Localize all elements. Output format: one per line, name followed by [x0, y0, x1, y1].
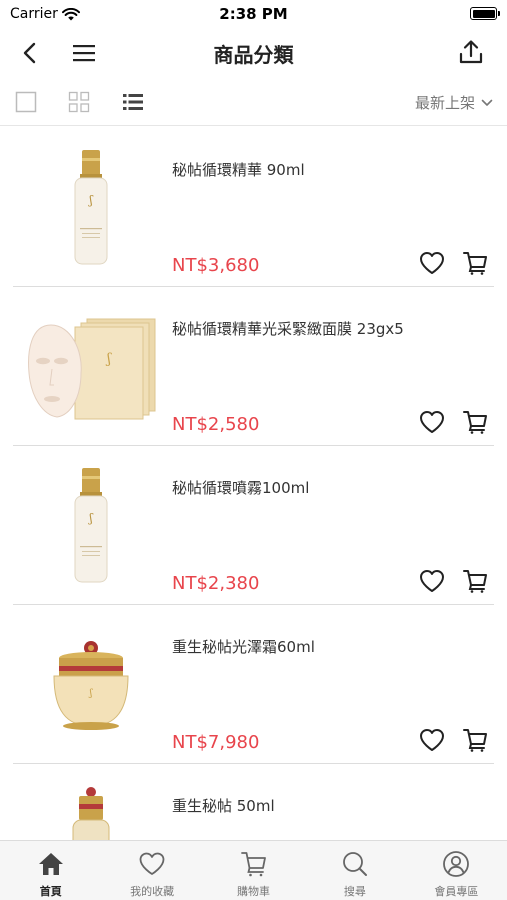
status-time: 2:38 PM [219, 5, 288, 23]
grid-view-button[interactable] [67, 90, 91, 114]
chevron-left-icon [23, 42, 36, 64]
heart-icon [420, 570, 444, 592]
product-image[interactable] [21, 782, 161, 840]
heart-icon [420, 729, 444, 751]
tab-label: 首頁 [39, 885, 62, 898]
chevron-down-icon [481, 99, 493, 106]
heart-icon [420, 252, 444, 274]
cart-icon [463, 252, 487, 275]
tab-label: 我的收藏 [130, 885, 175, 898]
single-view-button[interactable] [14, 90, 38, 114]
tab-search[interactable]: 搜尋 [304, 841, 405, 900]
favorite-button[interactable] [418, 567, 446, 595]
add-to-cart-button[interactable] [461, 567, 489, 595]
product-image[interactable]: ʃ [21, 464, 161, 588]
product-price: NT$3,680 [172, 255, 260, 276]
cart-icon [240, 850, 268, 878]
list-icon [123, 94, 143, 110]
tab-cart[interactable]: 購物車 [203, 841, 304, 900]
nav-bar: 商品分類 [0, 28, 507, 76]
user-icon [442, 850, 470, 878]
menu-button[interactable] [68, 38, 100, 68]
heart-icon [138, 850, 166, 878]
add-to-cart-button[interactable] [461, 408, 489, 436]
product-image[interactable]: ʃ [21, 305, 161, 429]
cart-icon [463, 729, 487, 752]
tab-label: 會員專區 [434, 885, 479, 898]
product-card[interactable]: 重生秘帖 50ml [13, 764, 494, 840]
product-price: NT$7,980 [172, 732, 260, 753]
tab-label: 搜尋 [343, 885, 366, 898]
sort-label: 最新上架 [414, 94, 475, 112]
list-view-button[interactable] [121, 90, 145, 114]
cart-icon [463, 411, 487, 434]
add-to-cart-button[interactable] [461, 249, 489, 277]
product-list: ʃ 秘帖循環精華 90ml NT$3,680 ʃ 秘帖循環精華光采緊緻面膜 23g… [0, 128, 507, 840]
product-image[interactable]: ʃ [21, 146, 161, 270]
share-icon [459, 40, 483, 64]
product-price: NT$2,580 [172, 414, 260, 435]
cart-icon [463, 570, 487, 593]
view-toolbar: 最新上架 [0, 78, 507, 126]
add-to-cart-button[interactable] [461, 726, 489, 754]
favorite-button[interactable] [418, 408, 446, 436]
product-price: NT$2,380 [172, 573, 260, 594]
back-button[interactable] [14, 38, 44, 68]
share-button[interactable] [455, 36, 487, 68]
tab-label: 購物車 [237, 885, 271, 898]
product-card[interactable]: ʃ 秘帖循環噴霧100ml NT$2,380 [13, 446, 494, 605]
tab-favorites[interactable]: 我的收藏 [101, 841, 202, 900]
product-name[interactable]: 重生秘帖光澤霜60ml [172, 636, 315, 657]
square-icon [15, 91, 37, 113]
tab-home[interactable]: 首頁 [0, 841, 101, 900]
product-image[interactable]: ʃ [21, 623, 161, 747]
search-icon [341, 850, 369, 878]
status-bar: Carrier 2:38 PM [0, 0, 507, 28]
product-card[interactable]: ʃ 重生秘帖光澤霜60ml NT$7,980 [13, 605, 494, 764]
favorite-button[interactable] [418, 249, 446, 277]
product-card[interactable]: ʃ 秘帖循環精華 90ml NT$3,680 [13, 128, 494, 287]
hamburger-icon [73, 45, 95, 62]
favorite-button[interactable] [418, 726, 446, 754]
tab-member[interactable]: 會員專區 [406, 841, 507, 900]
product-name[interactable]: 秘帖循環精華光采緊緻面膜 23gx5 [172, 318, 404, 339]
product-name[interactable]: 秘帖循環精華 90ml [172, 159, 305, 180]
grid-icon [68, 91, 90, 113]
tab-bar: 首頁 我的收藏 購物車 搜尋 會員專區 [0, 840, 507, 900]
battery-icon [470, 7, 500, 20]
sort-dropdown[interactable]: 最新上架 [415, 92, 493, 113]
home-icon [37, 850, 65, 878]
product-name[interactable]: 秘帖循環噴霧100ml [172, 477, 309, 498]
product-card[interactable]: ʃ 秘帖循環精華光采緊緻面膜 23gx5 NT$2,580 [13, 287, 494, 446]
product-name[interactable]: 重生秘帖 50ml [172, 795, 275, 816]
heart-icon [420, 411, 444, 433]
